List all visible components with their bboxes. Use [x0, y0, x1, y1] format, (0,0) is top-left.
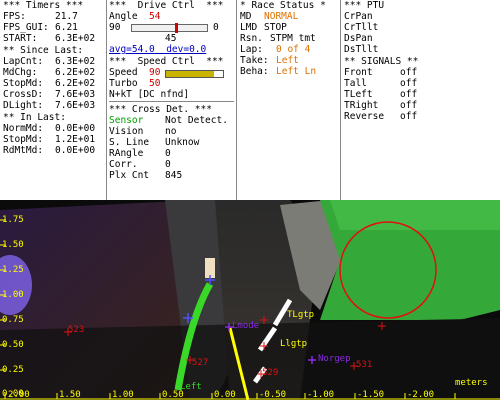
timers-header: *** Timers ***	[3, 0, 84, 11]
timer-row: CrossD: 7.6E+03	[3, 89, 96, 100]
cross-header: *** Cross Det. ***	[109, 104, 212, 115]
angle-min: 90	[109, 22, 121, 33]
race-column: * Race Status * MD NORMAL LMD STOP Rsn. STP…	[240, 0, 340, 200]
green-surface-highlight	[330, 200, 500, 230]
cross-row: S. Line Unknow	[109, 137, 200, 148]
speed-bar	[165, 70, 224, 78]
x-tick-label: -1.50	[357, 390, 385, 400]
race-row: MD NORMAL	[240, 11, 299, 22]
timer-row: FPS: 21.7	[3, 11, 78, 22]
angle-row: Angle 54	[109, 11, 161, 22]
race-row: Rsn. STPM tmt	[240, 33, 316, 44]
marker-label: 531	[356, 360, 373, 370]
ptu-item: DsTllt	[344, 44, 379, 55]
timer-row: MdChg: 6.2E+02	[3, 67, 96, 78]
ptu-column: *** PTU CrPan CrTllt DsPan DsTllt ** SIG…	[344, 0, 498, 200]
y-tick-label: 0.25	[2, 365, 24, 375]
timer-row: NormMd: 0.0E+00	[3, 123, 96, 134]
x-tick-label: 2.00	[8, 390, 30, 400]
y-tick-label: 0.50	[2, 340, 24, 350]
marker-label: 529	[262, 368, 279, 378]
cross-row: RAngle 0	[109, 148, 171, 159]
x-tick-label: 1.50	[59, 390, 81, 400]
cross-row: Corr. 0	[109, 159, 171, 170]
ptu-item: CrTllt	[344, 22, 379, 33]
race-row: Lap: 0 of 4	[240, 44, 311, 55]
signal-row: TLeft off	[344, 89, 418, 100]
signal-row: TRight off	[344, 100, 418, 111]
avg-dev: avg=54.0 dev=0.0	[109, 44, 207, 55]
timer-row: START: 6.3E+02	[3, 33, 96, 44]
angle-slider[interactable]	[131, 23, 208, 33]
timers-column: *** Timers *** FPS: 21.7 FPS_GUI: 6.21 STA…	[3, 0, 103, 200]
y-tick-label: 1.25	[2, 265, 24, 275]
x-tick-label: 0.00	[214, 390, 236, 400]
race-row: Take: Left	[240, 55, 299, 66]
timer-row: RdMtMd: 0.0E+00	[3, 145, 96, 156]
divider	[340, 0, 341, 200]
in-last-header: ** In Last:	[3, 112, 66, 123]
race-row: Beha: Left Ln	[240, 66, 317, 77]
race-header: * Race Status *	[240, 0, 326, 11]
marker-label: 527	[192, 358, 209, 368]
y-tick-label: 1.50	[2, 240, 24, 250]
angle-slider-handle[interactable]	[175, 23, 179, 33]
divider	[236, 0, 237, 200]
mode-label: Lmode	[232, 321, 260, 331]
x-tick-label: 1.00	[112, 390, 134, 400]
y-tick-label: 1.75	[2, 215, 24, 225]
speed-header: *** Speed Ctrl ***	[109, 56, 224, 67]
speed-row: Speed 90	[109, 67, 161, 78]
signals-header: ** SIGNALS **	[344, 56, 419, 67]
x-tick-label: -2.00	[407, 390, 435, 400]
marker-label: 523	[68, 325, 85, 335]
signal-row: Tall off	[344, 78, 418, 89]
nkt-status: N+kT [DC nfnd]	[109, 89, 190, 100]
signal-row: Reverse off	[344, 111, 418, 122]
cross-row: Vision no	[109, 126, 177, 137]
divider	[109, 101, 234, 102]
drive-column: *** Drive Ctrl *** Angle 54 90 0 45 avg=5…	[109, 0, 234, 200]
light-label: Llgtp	[280, 339, 308, 349]
since-last-header: ** Since Last:	[3, 45, 84, 56]
timer-row: StopMd: 1.2E+01	[3, 134, 96, 145]
timer-row: FPS_GUI: 6.21	[3, 22, 78, 33]
ptu-item: DsPan	[344, 33, 373, 44]
speed-bar-fill	[166, 71, 215, 77]
y-tick-label: 0.75	[2, 315, 24, 325]
signal-row: Front off	[344, 67, 418, 78]
mode-label: Norgep	[318, 354, 351, 364]
y-tick-label: 1.00	[2, 290, 24, 300]
app-window: *** Timers *** FPS: 21.7 FPS_GUI: 6.21 STA…	[0, 0, 500, 400]
ptu-item: CrPan	[344, 11, 373, 22]
angle-max: 0	[213, 22, 219, 33]
x-tick-label: -1.00	[307, 390, 335, 400]
race-row: LMD STOP	[240, 22, 287, 33]
turbo-row: Turbo 50	[109, 78, 161, 89]
cross-row: Sensor Not Detect.	[109, 115, 228, 126]
divider	[106, 0, 107, 200]
telemetry-panel: *** Timers *** FPS: 21.7 FPS_GUI: 6.21 STA…	[0, 0, 500, 200]
x-tick-label: -0.50	[259, 390, 287, 400]
camera-view: 523 527 529 531 Left Lmode TLgtp Llgtp N…	[0, 200, 500, 400]
timer-row: StopMd: 6.2E+02	[3, 78, 96, 89]
light-label: TLgtp	[287, 310, 315, 320]
timer-row: LapCnt: 6.3E+02	[3, 56, 96, 67]
timer-row: DLight: 7.6E+03	[3, 100, 96, 111]
drive-header: *** Drive Ctrl ***	[109, 0, 224, 11]
unit-label: meters	[455, 378, 488, 388]
cross-row: Plx Cnt 845	[109, 170, 183, 181]
angle-mid: 45	[165, 33, 177, 44]
camera-scene	[0, 200, 500, 400]
x-tick-label: 0.50	[162, 390, 184, 400]
ptu-header: *** PTU	[344, 0, 385, 11]
